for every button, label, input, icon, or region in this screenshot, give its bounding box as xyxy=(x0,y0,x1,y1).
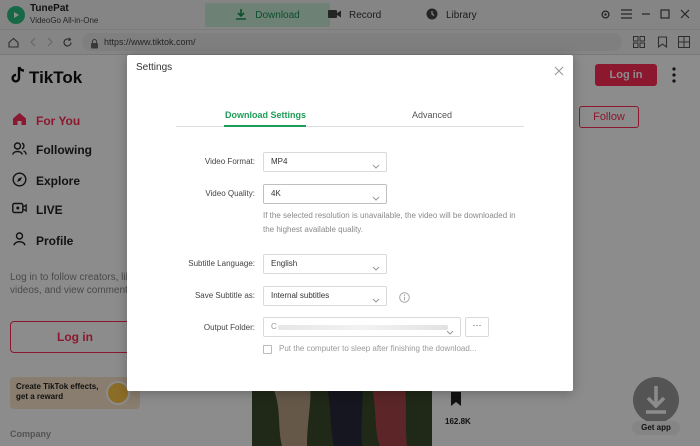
subtitle-language-value: English xyxy=(271,259,298,268)
sleep-checkbox[interactable] xyxy=(263,345,272,354)
video-quality-select[interactable]: 4K xyxy=(263,184,387,204)
chevron-down-icon xyxy=(372,159,380,169)
browse-folder-button[interactable]: ··· xyxy=(465,317,489,337)
video-format-value: MP4 xyxy=(271,157,288,166)
sleep-checkbox-label: Put the computer to sleep after finishin… xyxy=(279,344,477,353)
chevron-down-icon xyxy=(372,293,380,303)
video-format-label: Video Format: xyxy=(204,157,255,166)
save-subtitle-select[interactable]: Internal subtitles xyxy=(263,286,387,306)
chevron-down-icon xyxy=(446,325,454,335)
info-icon[interactable] xyxy=(399,290,410,303)
output-folder-label: Output Folder: xyxy=(203,323,255,332)
save-subtitle-label: Save Subtitle as: xyxy=(194,291,255,300)
folder-path-redacted xyxy=(278,325,448,330)
dialog-title: Settings xyxy=(136,62,173,73)
settings-dialog: Settings Download Settings Advanced Vide… xyxy=(127,55,573,391)
subtitle-language-select[interactable]: English xyxy=(263,254,387,274)
video-quality-label: Video Quality: xyxy=(205,189,255,198)
quality-hint: If the selected resolution is unavailabl… xyxy=(263,211,516,234)
subtitle-language-label: Subtitle Language: xyxy=(188,259,255,268)
video-format-select[interactable]: MP4 xyxy=(263,152,387,172)
tab-advanced[interactable]: Advanced xyxy=(412,110,452,120)
chevron-down-icon xyxy=(372,261,380,271)
tab-download-settings[interactable]: Download Settings xyxy=(225,110,306,120)
chevron-down-icon xyxy=(372,191,380,201)
close-icon[interactable] xyxy=(554,63,564,76)
output-folder-field[interactable]: C xyxy=(263,317,461,337)
active-tab-indicator xyxy=(224,125,306,127)
video-quality-value: 4K xyxy=(271,189,281,198)
output-folder-value: C xyxy=(271,322,277,331)
save-subtitle-value: Internal subtitles xyxy=(271,291,330,300)
